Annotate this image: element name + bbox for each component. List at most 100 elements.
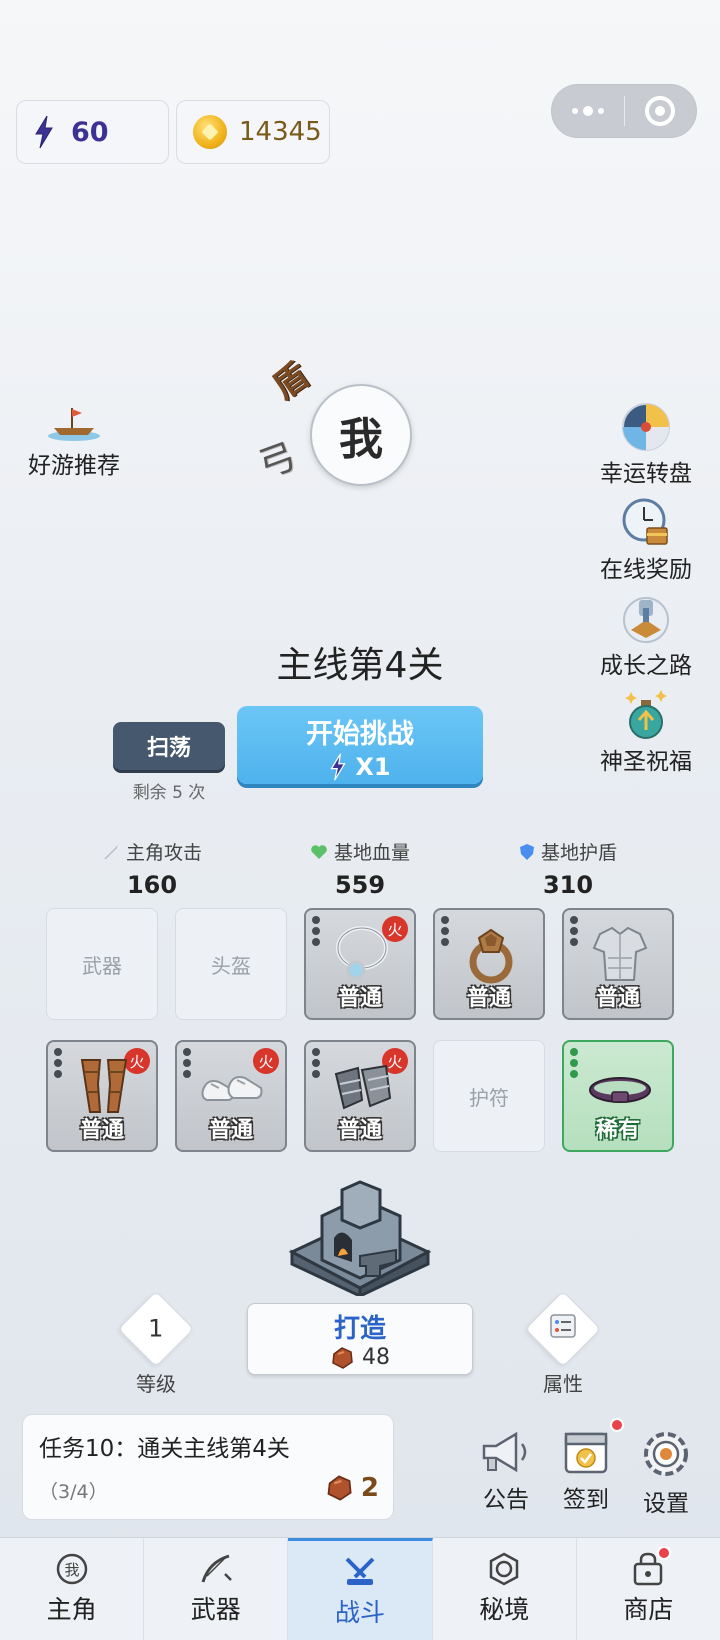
- forge-label: 打造: [333, 1314, 386, 1344]
- slot-armor[interactable]: 普通: [562, 908, 674, 1020]
- battle-icon: [345, 1557, 375, 1585]
- attributes-label: 属性: [543, 1372, 583, 1396]
- task-panel[interactable]: 任务10：通关主线第4关 （3/4） 2: [22, 1414, 394, 1520]
- sword-icon: [103, 844, 118, 859]
- task-title: 任务10：通关主线第4关: [39, 1436, 290, 1462]
- necklace-icon: [336, 926, 388, 980]
- orbit-bow: 弓: [253, 435, 302, 487]
- coin-counter[interactable]: 14345: [176, 100, 330, 164]
- shield-icon: [519, 843, 534, 860]
- forge-cost: 48: [362, 1345, 390, 1370]
- settings-label: 设置: [643, 1491, 689, 1517]
- gear-icon: [644, 1432, 688, 1476]
- tab-hero[interactable]: 我 主角: [0, 1538, 145, 1640]
- tab-secret-realm[interactable]: 秘境: [433, 1538, 577, 1640]
- ring-icon: [469, 928, 513, 984]
- slot-leggings[interactable]: 火 普通: [46, 1040, 158, 1152]
- slot-helmet-label: 头盔: [211, 953, 251, 978]
- tab-secret-realm-label: 秘境: [479, 1595, 530, 1624]
- secret-realm-icon: [489, 1552, 519, 1586]
- energy-counter[interactable]: 60: [16, 100, 169, 164]
- level-title: 主线第4关: [276, 645, 444, 686]
- slot-amulet[interactable]: 护符: [433, 1040, 545, 1152]
- slot-ring[interactable]: 普通: [433, 908, 545, 1020]
- holy-blessing-button[interactable]: 神圣祝福: [586, 690, 706, 776]
- sweep-label: 扫荡: [146, 736, 191, 761]
- slot-shoes[interactable]: 火 普通: [175, 1040, 287, 1152]
- stat-hp-label: 基地血量: [333, 842, 410, 864]
- tab-weapon[interactable]: 武器: [144, 1538, 289, 1640]
- settings-button[interactable]: 设置: [626, 1428, 706, 1518]
- signin-notification-dot: [610, 1418, 624, 1432]
- hero-avatar[interactable]: 我: [310, 384, 412, 486]
- sweep-remaining: 剩余 5 次: [132, 783, 206, 803]
- grade-dots: [570, 916, 578, 946]
- coin-value: 14345: [239, 117, 322, 147]
- slot-weapon[interactable]: 武器: [46, 908, 158, 1020]
- notice-label: 公告: [483, 1487, 529, 1513]
- tab-battle[interactable]: 战斗: [288, 1538, 433, 1640]
- grade-dots: [183, 1048, 191, 1078]
- lightning-icon: [35, 115, 53, 149]
- online-reward-label: 在线奖励: [600, 557, 692, 583]
- slot-helmet[interactable]: 头盔: [175, 908, 287, 1020]
- tab-shop[interactable]: 商店: [577, 1538, 720, 1640]
- stat-shield-value: 310: [542, 871, 594, 899]
- calendar-check-icon: [564, 1432, 608, 1474]
- grade-dots: [570, 1048, 578, 1078]
- megaphone-icon: [482, 1431, 527, 1473]
- notice-button[interactable]: 公告: [466, 1428, 546, 1514]
- boat-icon: [48, 408, 100, 441]
- tab-battle-label: 战斗: [335, 1598, 386, 1627]
- holy-potion-icon: [625, 690, 667, 739]
- slot-belt[interactable]: 稀有: [562, 1040, 674, 1152]
- hero-label: 我: [339, 414, 383, 465]
- holy-blessing-label: 神圣祝福: [600, 749, 692, 775]
- leggings-icon: [80, 1059, 128, 1113]
- quality-label: 普通: [79, 1118, 124, 1143]
- stat-base-shield: 基地护盾 310: [478, 838, 658, 899]
- recommend-games-button[interactable]: 好游推荐: [14, 404, 134, 480]
- svg-text:我: 我: [64, 1561, 79, 1579]
- slot-necklace[interactable]: 火 普通: [304, 908, 416, 1020]
- stat-attack: 主角攻击 160: [62, 838, 242, 899]
- attributes-list-icon: [550, 1314, 576, 1338]
- slot-gauntlets[interactable]: 火 普通: [304, 1040, 416, 1152]
- start-challenge-button[interactable]: 开始挑战 X1: [237, 706, 483, 784]
- online-reward-button[interactable]: 在线奖励: [586, 498, 706, 584]
- close-icon[interactable]: [625, 96, 697, 126]
- forge-level-label: 等级: [136, 1372, 176, 1396]
- bottom-nav: 我 主角 武器 战斗 秘境 商店: [0, 1537, 720, 1640]
- challenge-label: 开始挑战: [306, 719, 414, 750]
- orbit-shield: 盾: [265, 355, 317, 408]
- gauntlets-icon: [334, 1064, 392, 1110]
- slot-amulet-label: 护符: [469, 1085, 509, 1110]
- stat-attack-label: 主角攻击: [125, 842, 202, 864]
- forge-level: 1 等级: [106, 1290, 206, 1397]
- lucky-wheel-icon: [622, 403, 670, 451]
- shoes-icon: [201, 1076, 263, 1101]
- lucky-wheel-button[interactable]: 幸运转盘: [586, 402, 706, 488]
- tab-weapon-label: 武器: [190, 1595, 241, 1624]
- challenge-cost: X1: [355, 753, 391, 781]
- sweep-button[interactable]: 扫荡: [113, 722, 225, 770]
- forge-button[interactable]: 打造 48: [247, 1303, 473, 1375]
- stat-hp-value: 559: [334, 871, 386, 899]
- grade-dots: [54, 1048, 62, 1078]
- quality-label: 普通: [337, 1118, 382, 1143]
- quality-label: 普通: [595, 986, 640, 1011]
- clock-chest-icon: [622, 498, 668, 545]
- signin-button[interactable]: 签到: [546, 1428, 626, 1514]
- ore-icon: [332, 1346, 353, 1369]
- grade-dots: [441, 916, 449, 946]
- hero-icon: 我: [56, 1553, 87, 1585]
- shop-notification-dot: [656, 1546, 671, 1560]
- attributes-button[interactable]: 属性: [513, 1290, 613, 1397]
- more-icon[interactable]: [552, 106, 624, 116]
- quality-label: 普通: [208, 1118, 253, 1143]
- lucky-wheel-label: 幸运转盘: [600, 461, 692, 487]
- quality-label: 稀有: [595, 1118, 640, 1143]
- tab-shop-label: 商店: [623, 1595, 674, 1624]
- heart-icon: [311, 844, 327, 859]
- armor-icon: [592, 926, 648, 981]
